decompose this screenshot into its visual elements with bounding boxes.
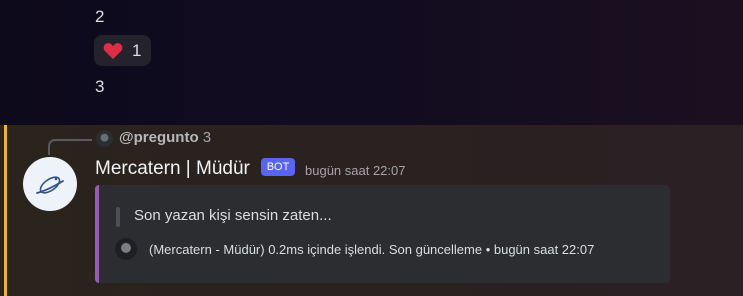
embed-description: Son yazan kişi sensin zaten...	[134, 207, 332, 224]
message-embed	[95, 185, 670, 283]
reply-preview[interactable]: @pregunto 3	[119, 129, 211, 146]
embed-quote-bar	[116, 207, 120, 227]
previous-message-3: 3	[95, 77, 105, 96]
heart-icon	[103, 42, 123, 65]
message-author[interactable]: Mercatern | Müdür	[95, 158, 250, 180]
embed-footer: (Mercatern - Müdür) 0.2ms içinde işlendi…	[149, 242, 595, 257]
bot-avatar[interactable]	[23, 157, 77, 211]
heart-reaction[interactable]: 1	[94, 35, 151, 66]
reply-mention[interactable]: @pregunto	[119, 129, 199, 146]
mercatern-logo-icon	[36, 176, 64, 194]
reply-avatar[interactable]	[96, 130, 113, 147]
reaction-count: 1	[132, 41, 142, 60]
previous-message-2: 2	[95, 7, 105, 26]
reply-connector	[48, 139, 92, 155]
mention-highlight-bar	[4, 125, 7, 296]
embed-footer-icon	[115, 238, 137, 260]
reply-content: 3	[202, 129, 212, 146]
message-timestamp[interactable]: bugün saat 22:07	[305, 163, 405, 178]
bot-badge: BOT	[261, 158, 295, 176]
